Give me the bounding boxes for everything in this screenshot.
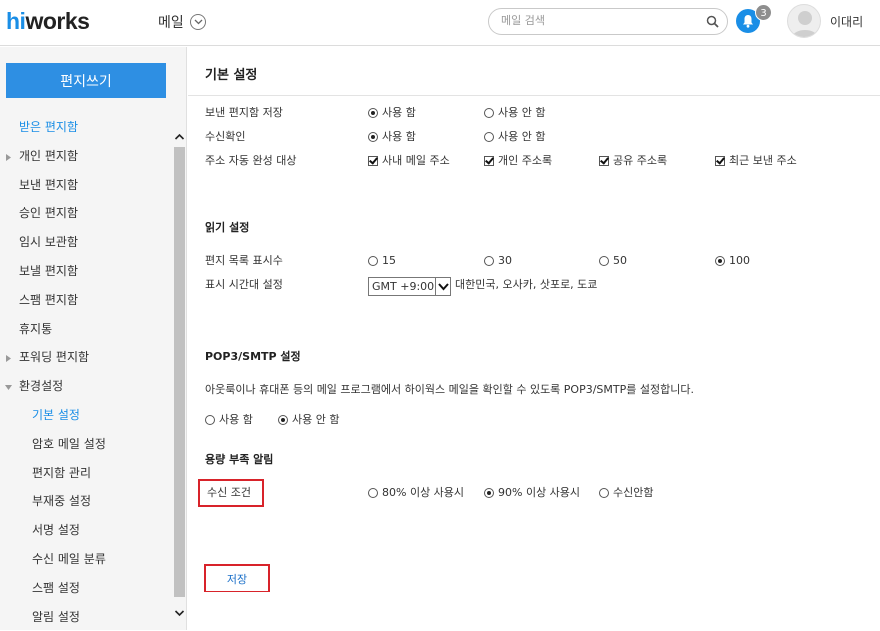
receipt-off-radio[interactable]: 사용 안 함 (484, 129, 545, 145)
radio-selected-icon[interactable] (484, 488, 494, 498)
triangle-right-icon[interactable] (6, 153, 11, 161)
pop3-off-radio[interactable]: 사용 안 함 (278, 412, 339, 428)
radio-icon[interactable] (599, 488, 609, 498)
radio-selected-icon[interactable] (368, 132, 378, 142)
radio-selected-icon[interactable] (715, 256, 725, 266)
list-count-15-radio[interactable]: 15 (368, 253, 396, 269)
radio-selected-icon[interactable] (278, 415, 288, 425)
capacity-alert-title: 용량 부족 알림 (205, 453, 274, 466)
list-count-100-radio[interactable]: 100 (715, 253, 750, 269)
divider (188, 95, 880, 96)
sidebar-item-notification-settings[interactable]: 알림 설정 (0, 603, 172, 631)
sidebar-item-out-of-office[interactable]: 부재중 설정 (0, 487, 172, 516)
avatar[interactable] (787, 4, 821, 38)
condition-label: 수신 조건 (207, 486, 251, 499)
app-menu-label: 메일 (158, 15, 184, 31)
sidebar-item-basic-settings[interactable]: 기본 설정 (0, 401, 172, 430)
scroll-thumb[interactable] (174, 147, 185, 597)
compose-button[interactable]: 편지쓰기 (6, 63, 166, 98)
sidebar-scrollbar[interactable] (172, 127, 186, 627)
chevron-up-icon[interactable] (174, 131, 185, 143)
page-title: 기본 설정 (205, 68, 258, 83)
timezone-select[interactable]: GMT +9:00 (368, 277, 451, 296)
save-sent-off-radio[interactable]: 사용 안 함 (484, 105, 545, 121)
timezone-value: GMT +9:00 (372, 280, 435, 293)
autocomplete-recent-checkbox[interactable]: 최근 보낸 주소 (715, 153, 797, 169)
top-bar: hiworks 메일 3 이대리 (0, 0, 880, 46)
capacity-90-radio[interactable]: 90% 이상 사용시 (484, 485, 580, 501)
radio-icon[interactable] (599, 256, 609, 266)
sidebar-item-encrypted-mail[interactable]: 암호 메일 설정 (0, 430, 172, 459)
list-count-50-radio[interactable]: 50 (599, 253, 627, 269)
sidebar-item-folder-management[interactable]: 편지함 관리 (0, 459, 172, 488)
radio-icon[interactable] (368, 256, 378, 266)
save-sent-on-radio[interactable]: 사용 함 (368, 105, 416, 121)
sidebar-item-inbox[interactable]: 받은 편지함 (0, 113, 172, 142)
search-icon[interactable] (706, 15, 719, 28)
triangle-down-icon[interactable] (5, 385, 12, 391)
sidebar-item-forwarding[interactable]: 포워딩 편지함 (0, 343, 172, 372)
save-button[interactable]: 저장 (206, 566, 268, 591)
search-input[interactable] (501, 14, 691, 27)
checkbox-checked-icon[interactable] (484, 156, 494, 166)
autocomplete-company-checkbox[interactable]: 사내 메일 주소 (368, 153, 450, 169)
timezone-label: 표시 시간대 설정 (205, 278, 283, 291)
username[interactable]: 이대리 (830, 13, 863, 30)
sidebar-item-spam-settings[interactable]: 스팸 설정 (0, 574, 172, 603)
autocomplete-shared-checkbox[interactable]: 공유 주소록 (599, 153, 667, 169)
mail-search (488, 8, 728, 35)
checkbox-checked-icon[interactable] (368, 156, 378, 166)
sidebar-item-outbox[interactable]: 보낼 편지함 (0, 257, 172, 286)
sidebar-item-signature[interactable]: 서명 설정 (0, 516, 172, 545)
sidebar-item-personal[interactable]: 개인 편지함 (0, 142, 172, 171)
sidebar-item-drafts[interactable]: 임시 보관함 (0, 228, 172, 257)
checkbox-checked-icon[interactable] (715, 156, 725, 166)
pop3-on-radio[interactable]: 사용 함 (205, 412, 253, 428)
checkbox-checked-icon[interactable] (599, 156, 609, 166)
chevron-down-icon (189, 14, 206, 30)
radio-icon[interactable] (205, 415, 215, 425)
receipt-on-radio[interactable]: 사용 함 (368, 129, 416, 145)
chevron-down-icon[interactable] (174, 607, 185, 619)
user-icon (791, 11, 819, 37)
save-sent-label: 보낸 편지함 저장 (205, 106, 283, 119)
radio-icon[interactable] (368, 488, 378, 498)
chevron-down-icon[interactable] (435, 278, 450, 295)
timezone-description: 대한민국, 오사카, 삿포로, 도쿄 (455, 278, 598, 291)
pop3-settings-title: POP3/SMTP 설정 (205, 350, 301, 363)
pop3-description: 아웃룩이나 휴대폰 등의 메일 프로그램에서 하이웍스 메일을 확인할 수 있도… (205, 383, 694, 396)
sidebar-item-trash[interactable]: 휴지통 (0, 315, 172, 344)
list-count-label: 편지 목록 표시수 (205, 254, 283, 267)
sidebar-item-mail-filter[interactable]: 수신 메일 분류 (0, 545, 172, 574)
triangle-right-icon[interactable] (6, 355, 11, 363)
receipt-label: 수신확인 (205, 130, 246, 143)
logo-works: works (25, 8, 90, 34)
hiworks-logo[interactable]: hiworks (6, 8, 90, 35)
capacity-80-radio[interactable]: 80% 이상 사용시 (368, 485, 464, 501)
sidebar-item-spam[interactable]: 스팸 편지함 (0, 286, 172, 315)
folder-nav: 받은 편지함 개인 편지함 보낸 편지함 승인 편지함 임시 보관함 보낼 편지… (0, 113, 172, 631)
read-settings-title: 읽기 설정 (205, 221, 250, 234)
bell-icon (743, 15, 753, 28)
radio-icon[interactable] (484, 108, 494, 118)
radio-selected-icon[interactable] (368, 108, 378, 118)
logo-hi: hi (6, 8, 26, 34)
sidebar-item-settings[interactable]: 환경설정 (0, 372, 172, 401)
radio-icon[interactable] (484, 256, 494, 266)
list-count-30-radio[interactable]: 30 (484, 253, 512, 269)
capacity-none-radio[interactable]: 수신안함 (599, 485, 653, 501)
settings-panel: 기본 설정 보낸 편지함 저장 사용 함 사용 안 함 수신확인 사용 함 사용… (188, 47, 880, 630)
autocomplete-label: 주소 자동 완성 대상 (205, 154, 297, 167)
app-menu[interactable]: 메일 (158, 12, 206, 32)
sidebar: 편지쓰기 받은 편지함 개인 편지함 보낸 편지함 승인 편지함 임시 보관함 … (0, 47, 187, 630)
sidebar-item-sent[interactable]: 보낸 편지함 (0, 171, 172, 200)
autocomplete-personal-checkbox[interactable]: 개인 주소록 (484, 153, 552, 169)
radio-icon[interactable] (484, 132, 494, 142)
notification-count-badge: 3 (755, 4, 772, 21)
sidebar-item-approval[interactable]: 승인 편지함 (0, 199, 172, 228)
